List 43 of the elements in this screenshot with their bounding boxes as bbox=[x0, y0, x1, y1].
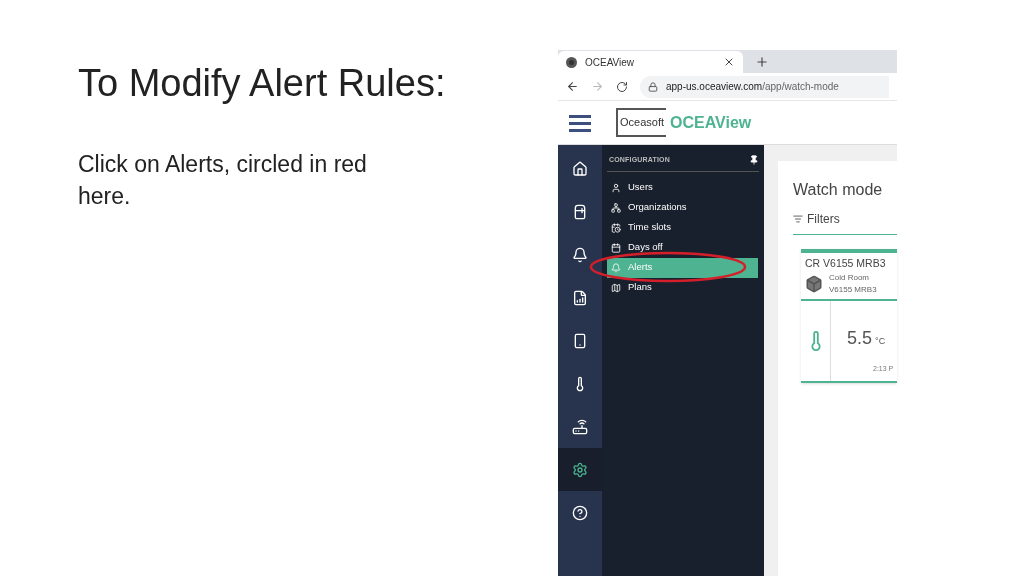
url-text: app-us.oceaview.com/app/watch-mode bbox=[666, 80, 839, 94]
sensor-icon bbox=[572, 332, 588, 349]
temperature-unit: °C bbox=[875, 334, 886, 348]
reload-icon[interactable] bbox=[616, 80, 628, 93]
fridge-icon bbox=[572, 203, 588, 220]
address-field[interactable]: app-us.oceaview.com/app/watch-mode bbox=[640, 75, 889, 98]
pin-icon[interactable] bbox=[749, 155, 759, 166]
home-icon bbox=[572, 160, 588, 177]
menu-item[interactable]: Days off bbox=[607, 237, 758, 258]
bell-icon bbox=[611, 262, 621, 273]
router-icon bbox=[572, 418, 588, 435]
slide-text: Click on Alerts, circled in red here. bbox=[78, 149, 368, 211]
favicon-icon bbox=[566, 56, 577, 68]
bell-icon bbox=[572, 246, 588, 263]
sensor-type: Cold Room bbox=[829, 271, 870, 284]
help-icon bbox=[572, 504, 588, 521]
app-name: OCEAView bbox=[670, 112, 752, 133]
report-icon bbox=[572, 289, 588, 306]
menu-item[interactable]: Plans bbox=[607, 277, 758, 298]
lock-icon bbox=[648, 81, 658, 92]
map-icon bbox=[611, 282, 621, 293]
settings-icon bbox=[572, 461, 588, 478]
filters-button[interactable]: Filters bbox=[807, 210, 840, 228]
menu-icon[interactable] bbox=[569, 113, 591, 132]
slide-title: To Modify Alert Rules: bbox=[78, 61, 446, 106]
browser-tab[interactable]: OCEAView bbox=[558, 51, 743, 73]
calendar-icon bbox=[611, 242, 621, 253]
menu-item[interactable]: Time slots bbox=[607, 217, 758, 238]
back-icon[interactable] bbox=[566, 80, 579, 93]
sensor-serial: V6155 MRB3 bbox=[829, 283, 877, 296]
tab-title: OCEAView bbox=[585, 55, 636, 70]
new-tab-icon[interactable] bbox=[755, 55, 769, 69]
cube-icon bbox=[805, 274, 823, 293]
hierarchy-icon bbox=[611, 202, 621, 213]
calendar-clock-icon bbox=[611, 222, 621, 233]
sensor-name: CR V6155 MRB3 bbox=[805, 256, 887, 271]
temperature-value: 5.5 bbox=[847, 326, 873, 350]
menu-item[interactable]: Organizations bbox=[607, 197, 758, 218]
close-icon[interactable] bbox=[723, 56, 735, 68]
menu-item[interactable]: Users bbox=[607, 177, 758, 198]
company-logo: Oceasoft bbox=[616, 108, 667, 137]
page-title: Watch mode bbox=[793, 180, 884, 200]
user-icon bbox=[611, 182, 621, 193]
